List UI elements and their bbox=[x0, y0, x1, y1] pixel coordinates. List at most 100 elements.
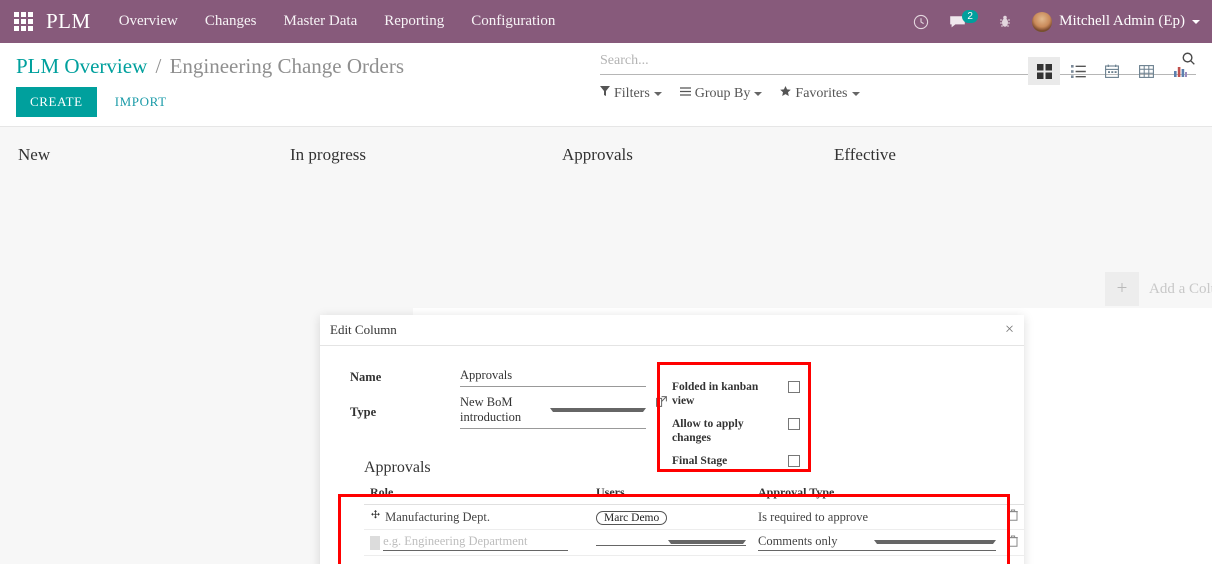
option-label: Final Stage bbox=[672, 455, 728, 467]
top-navbar: PLM Overview Changes Master Data Reporti… bbox=[0, 0, 1212, 43]
type-select-value: New BoM introduction bbox=[460, 395, 522, 424]
list-view-icon[interactable] bbox=[1062, 57, 1094, 85]
view-switcher bbox=[1028, 57, 1196, 85]
avatar bbox=[1032, 11, 1053, 32]
plus-icon[interactable]: + bbox=[1105, 272, 1139, 306]
table-row[interactable]: Manufacturing Dept. Marc Demo Is require… bbox=[364, 504, 1024, 530]
messages-button[interactable]: 2 bbox=[949, 10, 979, 29]
name-field-wrapper: Approvals bbox=[460, 368, 660, 387]
name-input[interactable]: Approvals bbox=[460, 368, 646, 387]
drag-handle-icon[interactable] bbox=[370, 509, 382, 525]
clock-icon[interactable] bbox=[913, 14, 929, 30]
hamburger-icon bbox=[679, 86, 691, 102]
chevron-down-icon bbox=[851, 92, 860, 96]
dialog-header: Edit Column × bbox=[320, 315, 1024, 346]
breadcrumb-root-link[interactable]: PLM Overview bbox=[16, 54, 147, 78]
breadcrumb-current: Engineering Change Orders bbox=[169, 54, 405, 78]
app-brand[interactable]: PLM bbox=[46, 9, 91, 34]
role-value: Manufacturing Dept. bbox=[385, 509, 490, 524]
menu-item-configuration[interactable]: Configuration bbox=[471, 13, 555, 30]
option-folded-in-kanban[interactable]: Folded in kanban view bbox=[672, 380, 800, 408]
filters-label: Filters bbox=[614, 86, 650, 101]
menu-item-reporting[interactable]: Reporting bbox=[384, 13, 444, 30]
folded-in-kanban-checkbox[interactable] bbox=[788, 381, 800, 393]
kanban-column-in-progress[interactable]: In progress bbox=[290, 145, 562, 165]
type-field-label: Type bbox=[350, 404, 377, 419]
filters-dropdown[interactable]: Filters bbox=[600, 86, 662, 102]
calendar-view-icon[interactable] bbox=[1096, 57, 1128, 85]
user-tag[interactable]: Marc Demo bbox=[596, 510, 668, 525]
column-options-group: Folded in kanban view Allow to apply cha… bbox=[672, 380, 800, 477]
header-actions bbox=[1002, 481, 1024, 505]
approval-type-value: Comments only bbox=[758, 534, 838, 548]
favorites-label: Favorites bbox=[795, 86, 848, 101]
chevron-down-icon bbox=[754, 92, 763, 96]
table-header-row: Role Users Approval Type bbox=[364, 481, 1024, 505]
groupby-dropdown[interactable]: Group By bbox=[679, 86, 763, 102]
table-row[interactable]: e.g. Engineering Department Comments onl… bbox=[364, 529, 1024, 556]
cell-role[interactable]: e.g. Engineering Department bbox=[364, 529, 590, 556]
kanban-column-headers: New In progress Approvals Effective bbox=[0, 127, 1212, 165]
chevron-down-icon bbox=[550, 408, 646, 412]
groupby-label: Group By bbox=[694, 86, 751, 101]
type-select[interactable]: New BoM introduction bbox=[460, 395, 646, 429]
trash-icon[interactable] bbox=[1008, 535, 1018, 550]
add-a-line-link[interactable]: Add a line bbox=[370, 560, 432, 564]
kanban-column-effective[interactable]: Effective bbox=[834, 145, 1106, 165]
kanban-column-approvals[interactable]: Approvals bbox=[562, 145, 834, 165]
table-row-add: Add a line bbox=[364, 556, 1024, 564]
kanban-view-icon[interactable] bbox=[1028, 57, 1060, 85]
user-menu[interactable]: Mitchell Admin (Ep) bbox=[1032, 11, 1200, 32]
user-name-label: Mitchell Admin (Ep) bbox=[1059, 13, 1185, 29]
drag-placeholder-icon bbox=[370, 535, 380, 550]
option-allow-apply-changes[interactable]: Allow to apply changes bbox=[672, 417, 800, 445]
header-approval-type: Approval Type bbox=[752, 481, 1002, 505]
name-field-label: Name bbox=[350, 370, 382, 384]
cell-users[interactable] bbox=[590, 529, 752, 556]
search-area: Filters Group By Favorites bbox=[600, 51, 1196, 102]
option-label: Allow to apply changes bbox=[672, 418, 744, 444]
cell-add-line[interactable]: Add a line bbox=[364, 556, 1024, 564]
cell-delete[interactable] bbox=[1002, 504, 1024, 530]
chevron-down-icon bbox=[1192, 19, 1200, 24]
menu-item-overview[interactable]: Overview bbox=[119, 13, 178, 30]
role-input-placeholder[interactable]: e.g. Engineering Department bbox=[383, 534, 568, 549]
control-panel: PLM Overview / Engineering Change Orders… bbox=[0, 43, 1212, 127]
approvals-table: Role Users Approval Type Manufacturing D… bbox=[364, 481, 1024, 564]
menu-item-changes[interactable]: Changes bbox=[205, 13, 257, 30]
apps-grid-icon[interactable] bbox=[0, 12, 46, 31]
chevron-down-icon bbox=[668, 539, 746, 544]
cell-role[interactable]: Manufacturing Dept. bbox=[364, 504, 590, 530]
cell-delete[interactable] bbox=[1002, 529, 1024, 556]
dialog-title: Edit Column bbox=[330, 322, 397, 337]
filter-bar: Filters Group By Favorites bbox=[600, 86, 1196, 102]
menu-item-master-data[interactable]: Master Data bbox=[284, 13, 358, 30]
pivot-view-icon[interactable] bbox=[1130, 57, 1162, 85]
kanban-board: New In progress Approvals Effective + Ad… bbox=[0, 127, 1212, 564]
option-label: Folded in kanban view bbox=[672, 381, 759, 407]
external-link-icon[interactable] bbox=[656, 396, 667, 410]
close-icon[interactable]: × bbox=[1005, 322, 1014, 338]
add-column-control[interactable]: + Add a Column bbox=[1105, 272, 1212, 306]
chevron-down-icon bbox=[653, 92, 662, 96]
bug-icon[interactable] bbox=[998, 14, 1012, 29]
chevron-down-icon bbox=[874, 539, 996, 544]
option-final-stage[interactable]: Final Stage bbox=[672, 454, 800, 468]
cell-users[interactable]: Marc Demo bbox=[590, 504, 752, 530]
cell-approval-type[interactable]: Is required to approve bbox=[752, 504, 1002, 530]
favorites-dropdown[interactable]: Favorites bbox=[780, 86, 860, 102]
funnel-icon bbox=[600, 86, 610, 102]
add-column-label: Add a Column bbox=[1149, 280, 1212, 297]
messages-count-badge: 2 bbox=[962, 10, 979, 23]
cell-approval-type[interactable]: Comments only bbox=[752, 529, 1002, 556]
trash-icon[interactable] bbox=[1008, 509, 1018, 524]
import-button[interactable]: IMPORT bbox=[105, 87, 177, 117]
type-field-wrapper: New BoM introduction bbox=[460, 395, 667, 429]
header-users: Users bbox=[590, 481, 752, 505]
navbar-right-tools: 2 Mitchell Admin (Ep) bbox=[913, 10, 1212, 32]
create-button[interactable]: CREATE bbox=[16, 87, 97, 117]
graph-view-icon[interactable] bbox=[1164, 57, 1196, 85]
kanban-column-new[interactable]: New bbox=[18, 145, 290, 165]
final-stage-checkbox[interactable] bbox=[788, 455, 800, 467]
allow-apply-changes-checkbox[interactable] bbox=[788, 418, 800, 430]
